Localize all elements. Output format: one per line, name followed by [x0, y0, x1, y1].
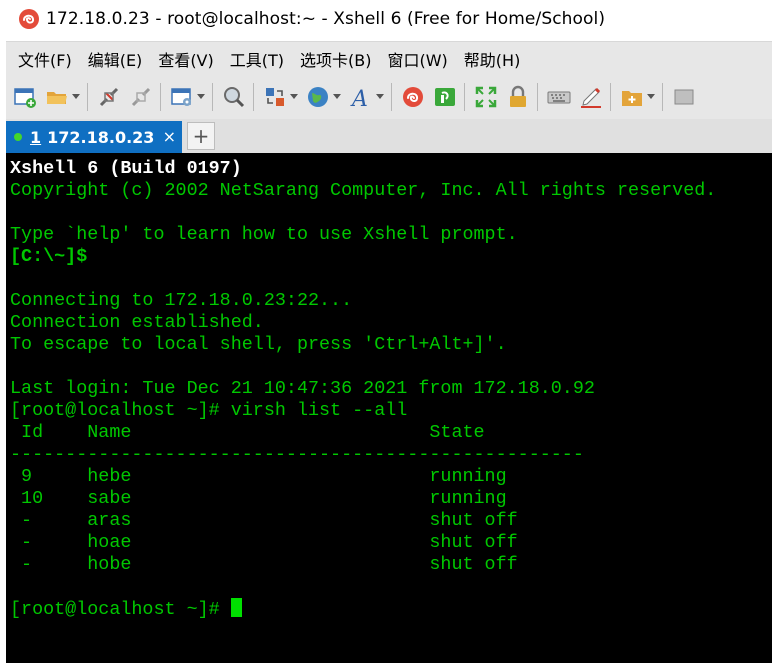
- lock-icon[interactable]: [505, 84, 531, 110]
- highlight-icon[interactable]: [578, 84, 604, 110]
- terminal-line: Xshell 6 (Build 0197): [10, 158, 242, 179]
- new-folder-dropdown-icon[interactable]: [646, 84, 656, 110]
- window-title: 172.18.0.23 - root@localhost:~ - Xshell …: [46, 9, 606, 29]
- toolbar-separator: [391, 83, 392, 111]
- toolbar-separator: [662, 83, 663, 111]
- toolbar: A: [6, 75, 772, 119]
- menu-edit[interactable]: 编辑(E): [88, 47, 143, 71]
- terminal-line: - hoae shut off: [10, 532, 518, 553]
- menu-tabs[interactable]: 选项卡(B): [300, 47, 371, 71]
- terminal-line: Id Name State: [10, 422, 485, 443]
- terminal-line: 10 sabe running: [10, 488, 507, 509]
- toolbar-separator: [160, 83, 161, 111]
- new-tab-button[interactable]: +: [187, 122, 215, 150]
- toolbar-separator: [610, 83, 611, 111]
- font-icon[interactable]: A: [348, 84, 374, 110]
- keyboard-icon[interactable]: [546, 84, 572, 110]
- terminal-line: 9 hebe running: [10, 466, 507, 487]
- svg-text:A: A: [350, 87, 368, 109]
- terminal-line: Type `help' to learn how to use Xshell p…: [10, 224, 518, 245]
- open-folder-icon[interactable]: [44, 84, 70, 110]
- new-folder-icon[interactable]: [619, 84, 645, 110]
- transfer-dropdown-icon[interactable]: [289, 84, 299, 110]
- terminal-line: Last login: Tue Dec 21 10:47:36 2021 fro…: [10, 378, 595, 399]
- session-tab[interactable]: 1 172.18.0.23 ×: [6, 121, 182, 153]
- menu-view[interactable]: 查看(V): [158, 47, 213, 71]
- open-dropdown-icon[interactable]: [71, 84, 81, 110]
- terminal-line: Connecting to 172.18.0.23:22...: [10, 290, 353, 311]
- tab-strip: 1 172.18.0.23 × +: [6, 119, 772, 153]
- terminal-line: Connection established.: [10, 312, 264, 333]
- font-dropdown-icon[interactable]: [375, 84, 385, 110]
- menu-tools[interactable]: 工具(T): [230, 47, 284, 71]
- menu-file[interactable]: 文件(F): [18, 47, 72, 71]
- terminal-line: Copyright (c) 2002 NetSarang Computer, I…: [10, 180, 717, 201]
- title-bar: 172.18.0.23 - root@localhost:~ - Xshell …: [0, 0, 772, 38]
- text-cursor: [230, 598, 242, 617]
- terminal-line: - hobe shut off: [10, 554, 518, 575]
- more-icon[interactable]: [671, 84, 697, 110]
- terminal-current-prompt: [root@localhost ~]#: [10, 598, 716, 620]
- transfer-icon[interactable]: [262, 84, 288, 110]
- toolbar-separator: [464, 83, 465, 111]
- terminal-line: [root@localhost ~]# virsh list --all: [10, 400, 408, 421]
- properties-icon[interactable]: [169, 84, 195, 110]
- terminal-line: - aras shut off: [10, 510, 518, 531]
- connected-status-icon: [14, 133, 22, 141]
- fullscreen-icon[interactable]: [473, 84, 499, 110]
- xftp-icon[interactable]: [432, 84, 458, 110]
- xshell-logo-icon[interactable]: [400, 84, 426, 110]
- globe-icon[interactable]: [305, 84, 331, 110]
- terminal-output: Xshell 6 (Build 0197) Copyright (c) 2002 …: [10, 158, 716, 620]
- toolbar-separator: [253, 83, 254, 111]
- tab-host: 172.18.0.23: [47, 127, 155, 147]
- terminal-line: ----------------------------------------…: [10, 444, 584, 465]
- terminal-area[interactable]: Xshell 6 (Build 0197) Copyright (c) 2002 …: [6, 153, 772, 663]
- tab-close-icon[interactable]: ×: [163, 127, 176, 146]
- terminal-line: [C:\~]$: [10, 246, 88, 267]
- tab-index: 1: [30, 127, 42, 147]
- disconnect-icon[interactable]: [96, 84, 122, 110]
- new-session-icon[interactable]: [12, 84, 38, 110]
- properties-dropdown-icon[interactable]: [196, 84, 206, 110]
- reconnect-icon[interactable]: [128, 84, 154, 110]
- tab-label: 1 172.18.0.23: [30, 128, 154, 147]
- prompt-text: [root@localhost ~]#: [10, 599, 231, 620]
- toolbar-separator: [87, 83, 88, 111]
- terminal-line: To escape to local shell, press 'Ctrl+Al…: [10, 334, 507, 355]
- toolbar-separator: [212, 83, 213, 111]
- toolbar-separator: [537, 83, 538, 111]
- menu-bar: 文件(F) 编辑(E) 查看(V) 工具(T) 选项卡(B) 窗口(W) 帮助(…: [6, 41, 772, 76]
- globe-dropdown-icon[interactable]: [332, 84, 342, 110]
- xshell-app-icon: [19, 9, 39, 29]
- find-icon[interactable]: [221, 84, 247, 110]
- menu-help[interactable]: 帮助(H): [464, 47, 521, 71]
- menu-window[interactable]: 窗口(W): [387, 47, 447, 71]
